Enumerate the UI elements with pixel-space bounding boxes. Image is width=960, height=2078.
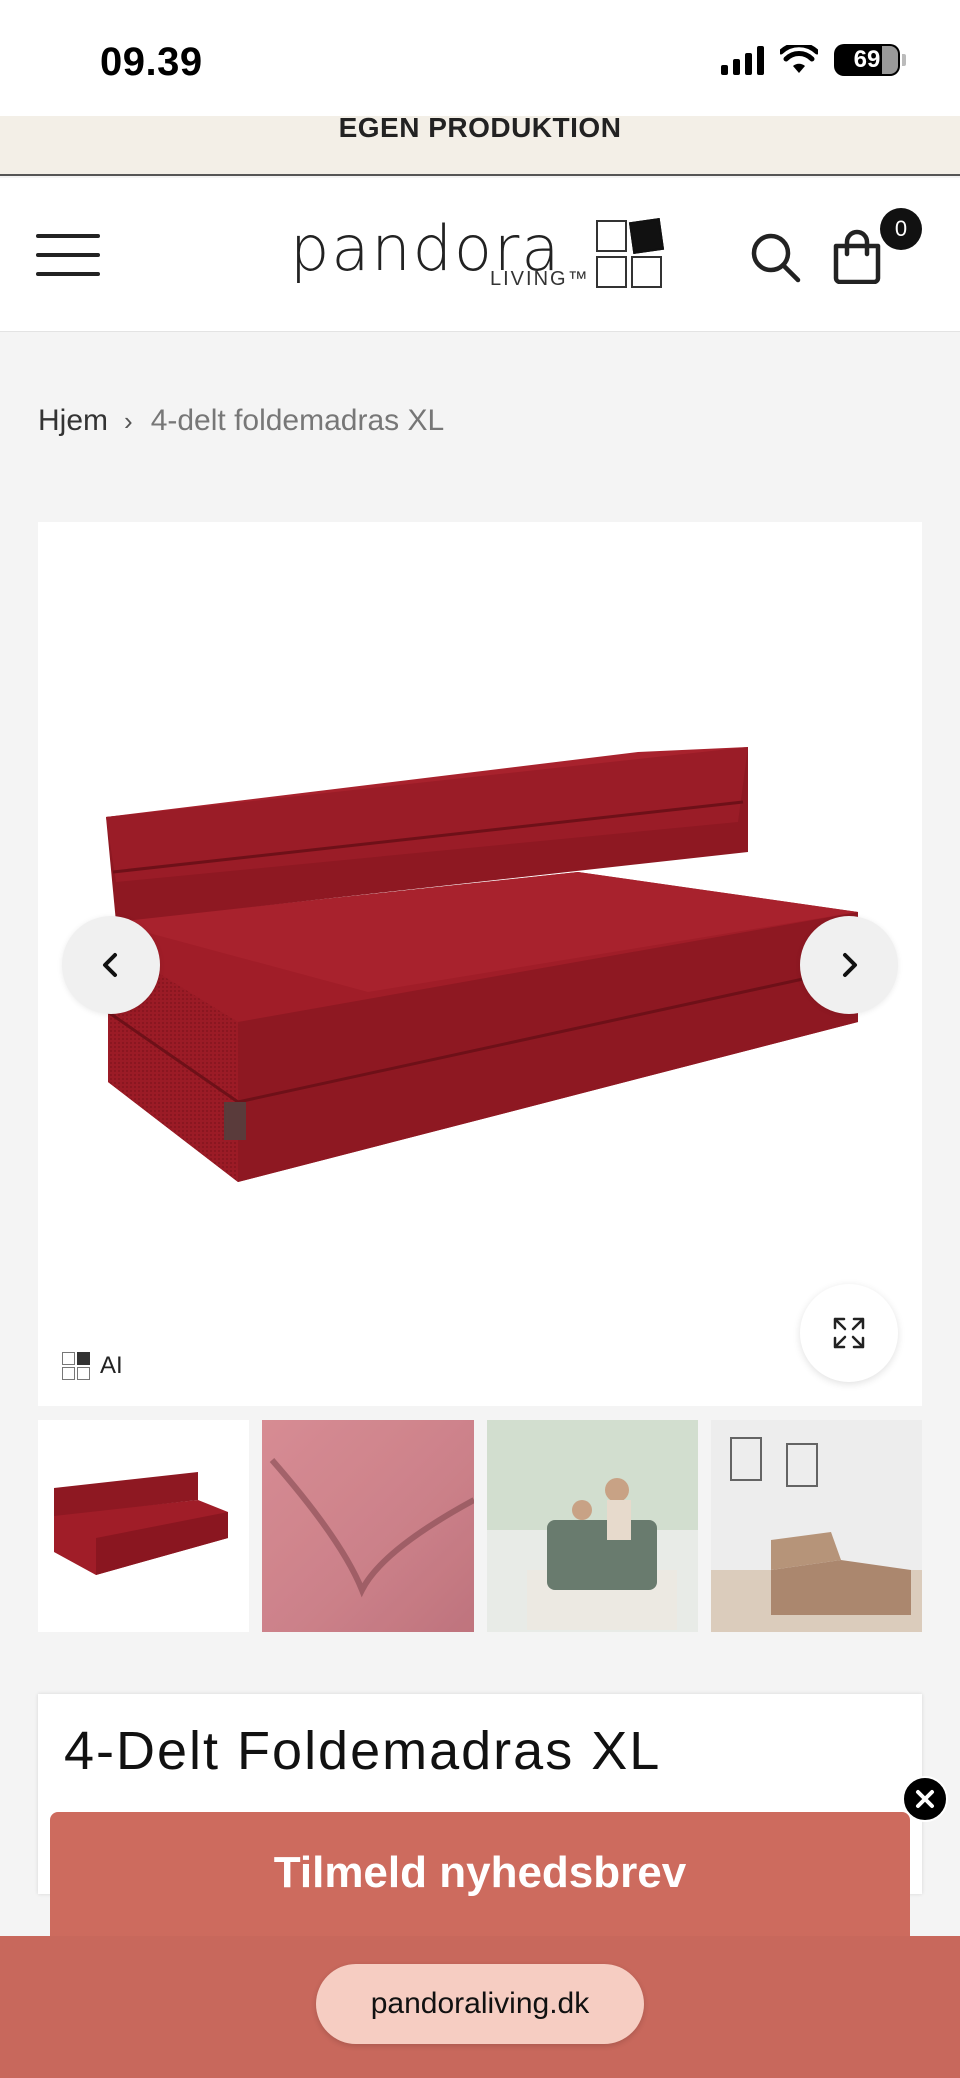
newsletter-label: Tilmeld nyhedsbrev	[273, 1848, 687, 1897]
product-title: 4-Delt Foldemadras XL	[64, 1721, 662, 1781]
battery-level: 69	[853, 46, 881, 73]
folding-mattress-illustration	[106, 747, 859, 1182]
gallery-prev-button[interactable]	[62, 916, 160, 1014]
thumbnail-brown-mattress-room[interactable]	[710, 1420, 922, 1632]
announcement-text: EGEN PRODUKTION	[338, 112, 622, 143]
ai-logo-icon	[62, 1352, 90, 1380]
close-newsletter-button[interactable]	[902, 1776, 948, 1822]
battery-icon: 69	[834, 44, 906, 76]
thumbnail-mattress-icon	[54, 1472, 228, 1575]
pandora-logo[interactable]: pandora LIVING™	[290, 212, 670, 298]
status-bar: 09.39 69	[0, 0, 960, 116]
thumbnail-family-living-room[interactable]	[486, 1420, 698, 1632]
close-icon	[916, 1790, 934, 1808]
browser-url-bar[interactable]: pandoraliving.dk	[316, 1964, 644, 2044]
expand-icon	[833, 1317, 865, 1349]
status-icons: 69	[721, 44, 906, 76]
ai-badge: AI	[62, 1352, 123, 1380]
zoom-button[interactable]	[800, 1284, 898, 1382]
site-header: pandora LIVING™ 0	[0, 178, 960, 332]
logo-boxes-icon	[596, 217, 665, 288]
menu-icon[interactable]	[36, 234, 100, 276]
wifi-icon	[780, 45, 818, 73]
thumbnail-fabric-closeup[interactable]	[262, 1420, 474, 1632]
gallery-next-button[interactable]	[800, 916, 898, 1014]
breadcrumb-current: 4-delt foldemadras XL	[150, 404, 445, 437]
logo-subtitle: LIVING™	[490, 268, 590, 290]
chevron-left-icon	[103, 953, 117, 977]
thumbnail-brown-room-icon	[710, 1437, 922, 1632]
cart-count-badge: 0	[880, 208, 922, 250]
browser-bottom-bar: pandoraliving.dk	[0, 1936, 960, 2078]
product-main-image[interactable]: AI	[38, 522, 922, 1406]
status-time: 09.39	[100, 40, 203, 84]
ai-label: AI	[100, 1352, 123, 1379]
announcement-bar: EGEN PRODUKTION	[0, 112, 960, 176]
cellular-signal-icon	[721, 45, 764, 75]
search-icon[interactable]	[748, 230, 802, 284]
thumbnail-red-mattress[interactable]	[38, 1420, 250, 1632]
thumbnail-room-icon	[486, 1420, 698, 1630]
breadcrumb-home-link[interactable]: Hjem	[38, 404, 108, 438]
breadcrumb-separator-icon: ›	[124, 405, 133, 436]
cart-bag-icon[interactable]	[830, 228, 884, 284]
thumbnail-strip	[38, 1420, 922, 1632]
chevron-right-icon	[843, 953, 857, 977]
breadcrumb: Hjem › 4-delt foldemadras XL	[38, 404, 444, 438]
thumbnail-fabric-icon	[269, 1458, 474, 1598]
newsletter-signup-button[interactable]: Tilmeld nyhedsbrev	[50, 1812, 910, 1942]
